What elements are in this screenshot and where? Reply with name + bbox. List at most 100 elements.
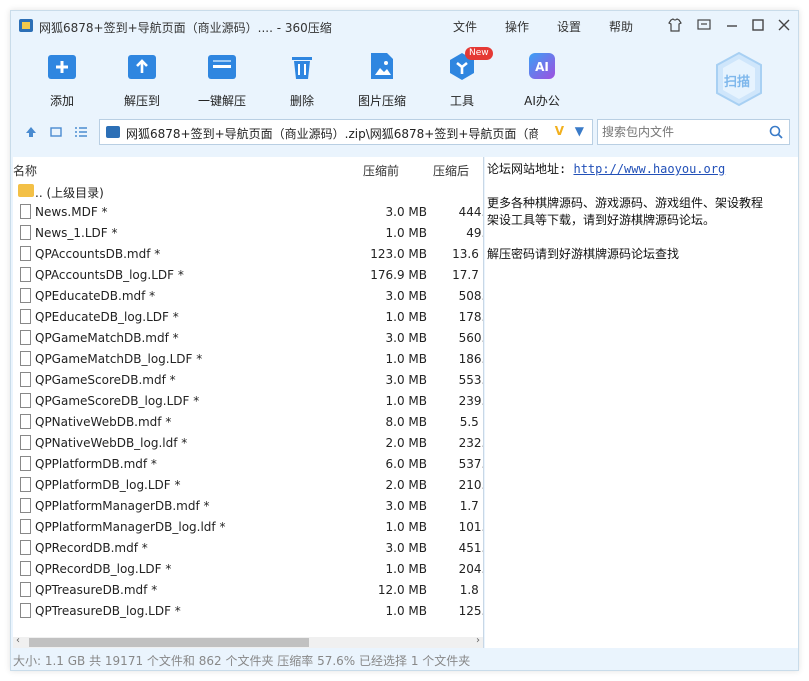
size-after: 210.1: [458, 478, 483, 492]
menu-operate[interactable]: 操作: [505, 18, 529, 35]
maximize-icon[interactable]: [749, 17, 767, 35]
size-after: 1.7 M: [459, 499, 483, 513]
file-row[interactable]: QPAccountsDB_log.LDF * 176.9 MB 17.7 M: [13, 264, 483, 285]
tools-label: 工具: [449, 94, 474, 108]
file-icon: [20, 351, 31, 366]
minimize-icon[interactable]: [723, 17, 741, 35]
parent-folder-row[interactable]: .. (上级目录): [13, 180, 483, 201]
file-row[interactable]: QPPlatformManagerDB_log.ldf * 1.0 MB 101.9: [13, 516, 483, 537]
file-row[interactable]: News_1.LDF * 1.0 MB 49.3: [13, 222, 483, 243]
toolbar: 添加 解压到 一键解压 删除 图片压缩 New 工具 AI AI办公 扫描: [11, 41, 798, 113]
file-row[interactable]: QPGameScoreDB.mdf * 3.0 MB 553.4: [13, 369, 483, 390]
feedback-icon[interactable]: [695, 17, 713, 35]
view-list-icon[interactable]: [74, 125, 88, 139]
delete-label: 删除: [289, 94, 314, 108]
forum-line: 论坛网站地址: http://www.haoyou.org: [487, 160, 725, 177]
scroll-left-icon[interactable]: ‹: [16, 635, 20, 646]
file-row[interactable]: QPPlatformDB.mdf * 6.0 MB 537.7: [13, 453, 483, 474]
comment-line-3: 架设工具等下载，请到好游棋牌源码论坛。: [487, 213, 716, 227]
file-row[interactable]: QPTreasureDB_log.LDF * 1.0 MB 125.2: [13, 600, 483, 621]
size-before: 176.9 MB: [370, 268, 427, 282]
extract-to-button[interactable]: 解压到: [102, 45, 182, 109]
folder-icon: [18, 184, 34, 197]
size-before: 1.0 MB: [385, 394, 427, 408]
file-row[interactable]: QPPlatformDB_log.LDF * 2.0 MB 210.1: [13, 474, 483, 495]
file-row[interactable]: QPNativeWebDB.mdf * 8.0 MB 5.5 M: [13, 411, 483, 432]
size-after: 451.2: [458, 541, 483, 555]
file-row[interactable]: QPNativeWebDB_log.ldf * 2.0 MB 232.6: [13, 432, 483, 453]
chevron-down-icon[interactable]: ▼: [575, 124, 584, 138]
size-before: 1.0 MB: [385, 562, 427, 576]
image-compress-button[interactable]: 图片压缩: [342, 45, 422, 109]
file-row[interactable]: News.MDF * 3.0 MB 444.4: [13, 201, 483, 222]
forum-link[interactable]: http://www.haoyou.org: [573, 162, 725, 176]
scroll-right-icon[interactable]: ›: [476, 635, 480, 646]
column-name[interactable]: 名称: [13, 162, 37, 179]
size-before: 1.0 MB: [385, 352, 427, 366]
file-list-pane: 名称 压缩前 压缩后 .. (上级目录) News.MDF * 3.0 MB 444.…: [13, 157, 484, 648]
file-icon: [20, 225, 31, 240]
file-row[interactable]: QPGameMatchDB.mdf * 3.0 MB 560.1: [13, 327, 483, 348]
size-before: 3.0 MB: [385, 289, 427, 303]
address-bar[interactable]: 网狐6878+签到+导航页面（商业源码）.zip\网狐6878+签到+导航页面（…: [99, 119, 593, 145]
horizontal-scrollbar[interactable]: ‹ ›: [13, 635, 483, 648]
up-level-icon[interactable]: [24, 125, 38, 139]
file-name: QPPlatformDB.mdf *: [35, 457, 157, 471]
file-icon: [20, 498, 31, 513]
menu-file[interactable]: 文件: [453, 18, 477, 35]
file-icon: [20, 519, 31, 534]
tools-icon: New: [447, 47, 493, 81]
file-row[interactable]: QPGameMatchDB_log.LDF * 1.0 MB 186.3: [13, 348, 483, 369]
vip-icon[interactable]: V: [555, 124, 564, 138]
file-row[interactable]: QPRecordDB.mdf * 3.0 MB 451.2: [13, 537, 483, 558]
add-button[interactable]: 添加: [22, 45, 102, 109]
image-compress-label: 图片压缩: [357, 94, 406, 108]
file-row[interactable]: QPEducateDB_log.LDF * 1.0 MB 178.5: [13, 306, 483, 327]
tools-button[interactable]: New 工具: [422, 45, 502, 109]
size-after: 537.7: [458, 457, 483, 471]
menu-help[interactable]: 帮助: [609, 18, 633, 35]
scrollbar-thumb[interactable]: [29, 638, 309, 647]
file-name: QPNativeWebDB_log.ldf *: [35, 436, 188, 450]
size-before: 3.0 MB: [385, 499, 427, 513]
file-row[interactable]: QPRecordDB_log.LDF * 1.0 MB 204.1: [13, 558, 483, 579]
file-name: QPGameScoreDB_log.LDF *: [35, 394, 200, 408]
search-icon[interactable]: [769, 125, 783, 139]
file-icon: [20, 561, 31, 576]
file-row[interactable]: QPTreasureDB.mdf * 12.0 MB 1.8 M: [13, 579, 483, 600]
size-after: 101.9: [458, 520, 483, 534]
skin-icon[interactable]: [666, 17, 684, 35]
file-name: News_1.LDF *: [35, 226, 118, 240]
file-icon: [20, 309, 31, 324]
status-bar: 大小: 1.1 GB 共 19171 个文件和 862 个文件夹 压缩率 57.…: [13, 654, 471, 668]
view-thumbnail-icon[interactable]: [49, 125, 63, 139]
menu-settings[interactable]: 设置: [557, 18, 581, 35]
address-path: 网狐6878+签到+导航页面（商业源码）.zip\网狐6878+签到+导航页面（…: [126, 127, 538, 141]
ai-office-button[interactable]: AI AI办公: [502, 45, 582, 109]
file-row[interactable]: QPGameScoreDB_log.LDF * 1.0 MB 239.2: [13, 390, 483, 411]
file-row[interactable]: QPEducateDB.mdf * 3.0 MB 508.5: [13, 285, 483, 306]
one-click-extract-button[interactable]: 一键解压: [182, 45, 262, 109]
file-row[interactable]: QPAccountsDB.mdf * 123.0 MB 13.6 M: [13, 243, 483, 264]
title-bar: 网狐6878+签到+导航页面（商业源码）.... - 360压缩 文件 操作 设…: [11, 11, 798, 41]
file-row[interactable]: QPPlatformManagerDB.mdf * 3.0 MB 1.7 M: [13, 495, 483, 516]
size-after: 1.8 M: [459, 583, 483, 597]
file-name: QPGameScoreDB.mdf *: [35, 373, 176, 387]
size-after: 560.1: [458, 331, 483, 345]
file-name: QPEducateDB_log.LDF *: [35, 310, 179, 324]
search-input[interactable]: [602, 124, 762, 140]
new-badge: New: [465, 47, 493, 60]
scan-button[interactable]: 扫描: [714, 51, 764, 107]
close-icon[interactable]: [775, 17, 793, 35]
delete-button[interactable]: 删除: [262, 45, 342, 109]
size-before: 8.0 MB: [385, 415, 427, 429]
column-after[interactable]: 压缩后: [433, 162, 469, 179]
file-name: QPTreasureDB.mdf *: [35, 583, 158, 597]
svg-text:AI: AI: [535, 60, 549, 74]
size-after: 444.4: [458, 205, 483, 219]
column-before[interactable]: 压缩前: [363, 162, 399, 179]
search-box[interactable]: [597, 119, 790, 145]
size-after: 125.2: [458, 604, 483, 618]
size-after: 232.6: [458, 436, 483, 450]
file-name: News.MDF *: [35, 205, 108, 219]
